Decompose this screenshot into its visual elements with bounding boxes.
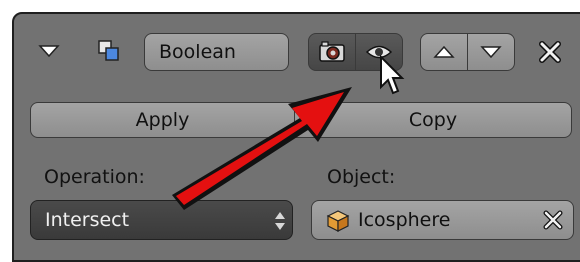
mouse-cursor-icon: [380, 55, 405, 95]
annotation-arrow: [172, 87, 352, 210]
